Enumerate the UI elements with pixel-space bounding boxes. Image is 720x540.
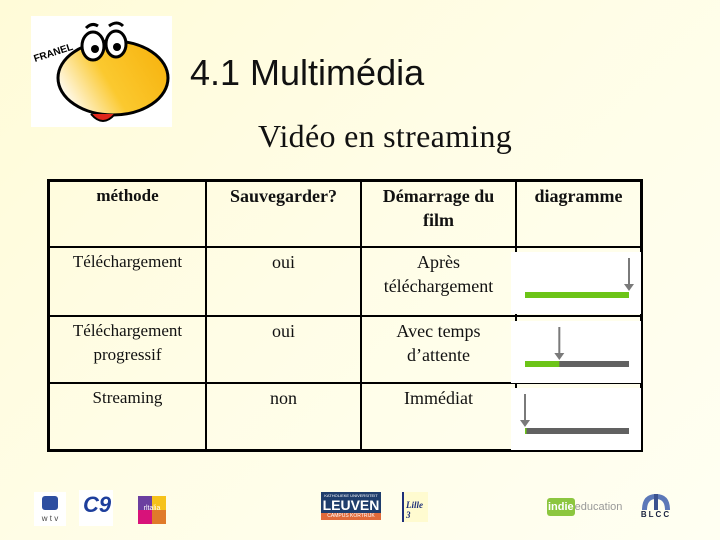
logo-indie-box: indie bbox=[547, 498, 575, 516]
header-save: Sauvegarder? bbox=[205, 179, 362, 248]
cell-save: non bbox=[205, 382, 362, 452]
cell-start: Immédiat bbox=[360, 382, 517, 452]
footer-logos: w t v C9 rltalia KATHOLIEKE UNIVERSITEIT… bbox=[0, 490, 720, 530]
cell-diagram bbox=[511, 246, 643, 317]
download-diagram bbox=[511, 388, 641, 450]
cell-method: Téléchargement bbox=[47, 246, 207, 317]
logo-wtv-text: w t v bbox=[41, 514, 59, 523]
mascot-logo: FRANEL bbox=[31, 16, 172, 127]
slide-title: 4.1 Multimédia bbox=[190, 52, 425, 93]
cell-method: Téléchargement progressif bbox=[47, 315, 207, 384]
cell-save: oui bbox=[205, 246, 362, 317]
comparison-table: méthode Sauvegarder? Démarrage du film d… bbox=[47, 179, 643, 452]
playback-start-arrow-icon bbox=[520, 394, 530, 427]
logo-indieeducation: indieeducation bbox=[547, 497, 623, 519]
cell-diagram bbox=[511, 315, 643, 384]
cell-start: Avec temps d’attente bbox=[360, 315, 517, 384]
header-diagram: diagramme bbox=[515, 179, 643, 248]
table-row: Téléchargement progressif oui Avec temps… bbox=[47, 315, 643, 384]
cell-start: Après téléchargement bbox=[360, 246, 517, 317]
logo-lille3: Lille 3 bbox=[402, 492, 428, 522]
logo-blcc: BLCC bbox=[638, 492, 674, 522]
logo-indie-rest: education bbox=[574, 501, 623, 513]
logo-c9: C9 bbox=[79, 490, 113, 526]
cell-save: oui bbox=[205, 315, 362, 384]
table-row: Téléchargement oui Après téléchargement bbox=[47, 246, 643, 317]
playback-start-arrow-icon bbox=[554, 327, 565, 360]
downloaded-bar bbox=[525, 428, 527, 434]
slide-subtitle: Vidéo en streaming bbox=[258, 118, 513, 154]
table-row: Streaming non Immédiat bbox=[47, 382, 643, 452]
table-header-row: méthode Sauvegarder? Démarrage du film d… bbox=[47, 179, 643, 248]
logo-leuven-main: LEUVEN bbox=[322, 497, 380, 513]
downloaded-bar bbox=[525, 292, 629, 298]
remaining-bar bbox=[525, 428, 629, 434]
downloaded-bar bbox=[525, 361, 560, 367]
logo-leuven: KATHOLIEKE UNIVERSITEIT LEUVEN CAMPUS KO… bbox=[321, 492, 381, 520]
cell-method: Streaming bbox=[47, 382, 207, 452]
logo-c9-text: C9 bbox=[83, 492, 112, 517]
logo-leuven-bottom: CAMPUS KORTRIJK bbox=[321, 513, 381, 520]
logo-blcc-text: BLCC bbox=[640, 510, 672, 519]
cell-diagram bbox=[511, 382, 643, 452]
header-method: méthode bbox=[47, 179, 207, 248]
logo-wtv: w t v bbox=[34, 492, 66, 526]
logo-lille3-text: Lille 3 bbox=[406, 500, 423, 520]
header-start: Démarrage du film bbox=[360, 179, 517, 248]
download-diagram bbox=[511, 321, 641, 383]
logo-ritalia: rltalia bbox=[138, 496, 166, 524]
playback-start-arrow-icon bbox=[624, 258, 634, 291]
logo-ritalia-text: rltalia bbox=[143, 505, 161, 512]
download-diagram bbox=[511, 252, 641, 314]
